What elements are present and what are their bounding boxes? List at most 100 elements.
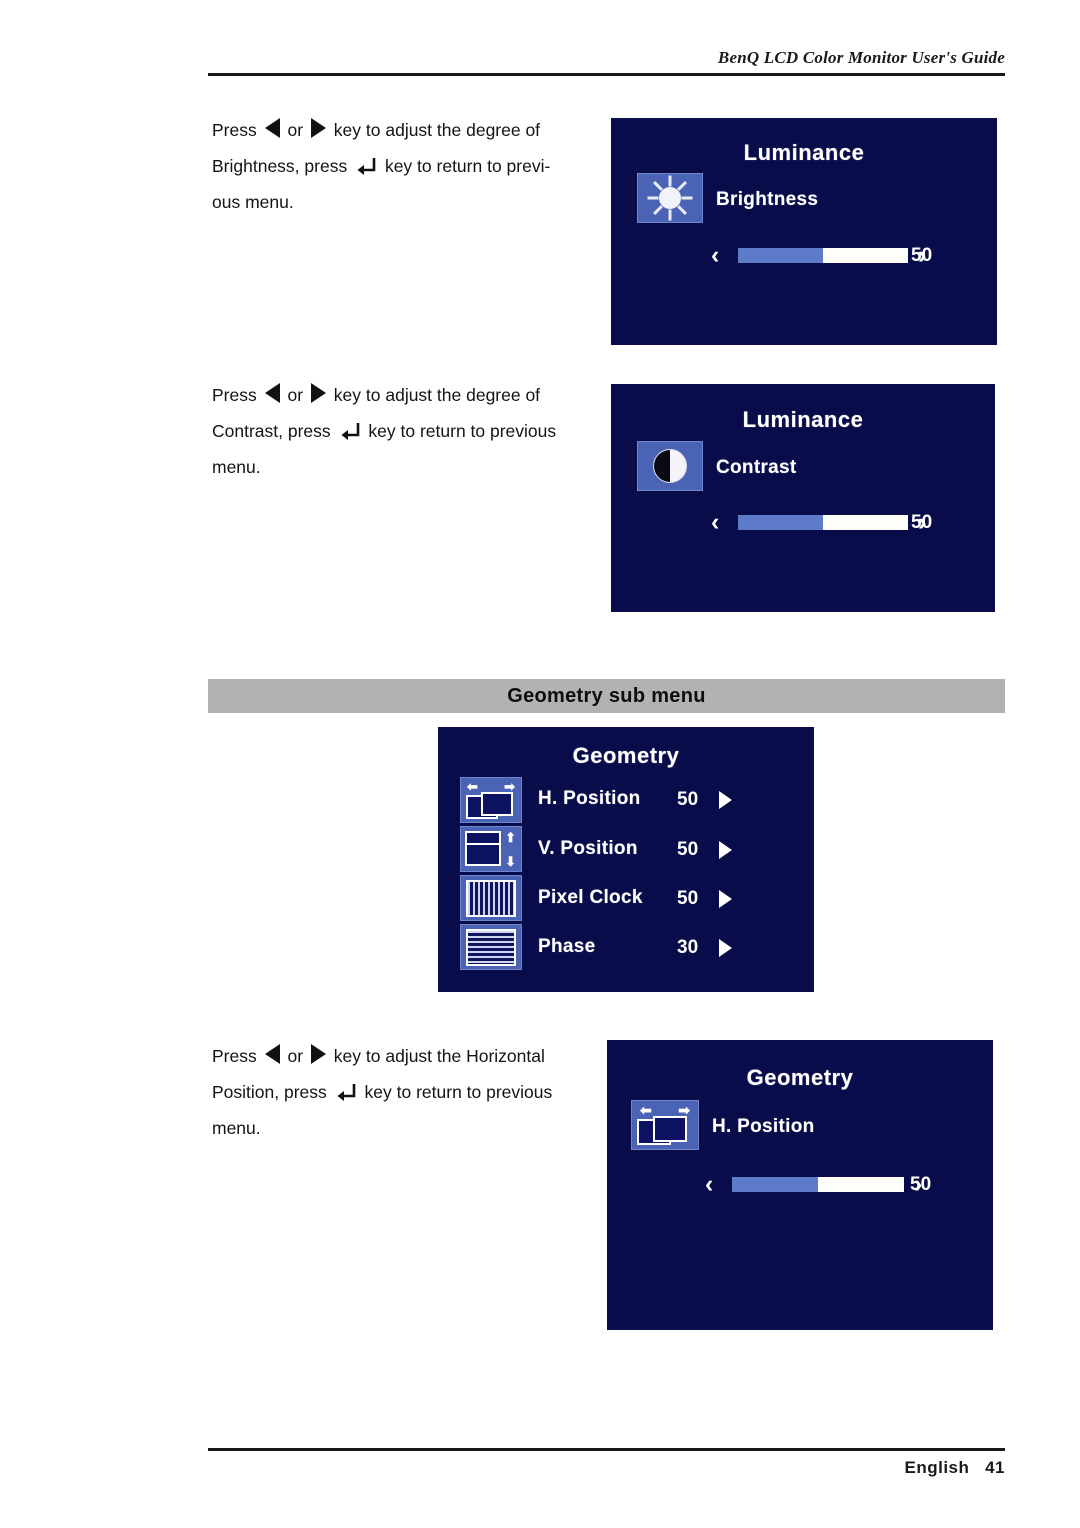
row-arrow-icon[interactable] (719, 939, 732, 957)
footer-page-number: 41 (985, 1458, 1005, 1477)
arrow-left-glyph: ⬅ (640, 1102, 652, 1118)
osd-title: Luminance (743, 140, 865, 165)
osd-panel-geometry-h-position: Geometry ⬅ ➡ H. Position ‹ › 50 (607, 1040, 993, 1330)
sun-ray (668, 209, 672, 221)
right-arrow-key-icon (310, 383, 326, 403)
h-position-icon: ⬅ ➡ (631, 1100, 699, 1150)
slider-fill (738, 248, 823, 263)
sun-ray (653, 205, 663, 215)
press-word: Press (212, 120, 257, 140)
frame-front (481, 792, 513, 816)
instruction-head-2: Brightness, press (212, 156, 348, 176)
sun-ray (677, 205, 687, 215)
osd-panel-luminance-contrast: Luminance Contrast ‹ › 50 (611, 384, 995, 612)
frame-front (653, 1116, 687, 1142)
instruction-tail-1: key to adjust the degree of (333, 385, 541, 405)
instruction-brightness: Press or key to adjust the degree of Bri… (212, 112, 584, 220)
instruction-line-3: ous menu. (212, 192, 294, 212)
osd-item-label: Brightness (716, 189, 819, 210)
osd-value: 50 (910, 1174, 932, 1195)
instruction-line-2: Position, press key to return to previou… (212, 1074, 584, 1110)
instruction-tail-2: key to return to previ- (384, 156, 551, 176)
contrast-circle (653, 449, 687, 483)
footer-rule (208, 1448, 1005, 1451)
return-key-icon (357, 158, 376, 175)
instruction-line-3: menu. (212, 1118, 261, 1138)
brightness-sun-icon (637, 173, 703, 223)
return-key-icon (341, 423, 359, 440)
section-banner: Geometry sub menu (208, 679, 1005, 713)
pixel-clock-icon (460, 875, 522, 921)
arrow-down-glyph: ⬇ (505, 854, 516, 869)
v-position-icon: ⬆ ⬇ (460, 826, 522, 872)
or-word: or (287, 120, 304, 140)
horizontal-dash-pattern (466, 929, 516, 966)
right-arrow-key-icon (310, 118, 326, 138)
instruction-head-2: Contrast, press (212, 421, 331, 441)
osd-item-label: H. Position (712, 1116, 815, 1137)
row-arrow-icon[interactable] (719, 841, 732, 859)
slider-decrease-icon[interactable]: ‹ (711, 510, 719, 535)
sun-ray (681, 196, 693, 200)
footer-language: English (904, 1458, 970, 1477)
header-title: BenQ LCD Color Monitor User's Guide (717, 48, 1005, 67)
instruction-line-1: Press or key to adjust the degree of (212, 377, 584, 413)
h-position-icon: ⬅ ➡ (460, 777, 522, 823)
row-arrow-icon[interactable] (719, 791, 732, 809)
slider-decrease-icon[interactable]: ‹ (711, 243, 719, 268)
instruction-tail-1: key to adjust the degree of (333, 120, 541, 140)
instruction-tail-1: key to adjust the Horizontal (333, 1046, 545, 1066)
header-rule (208, 73, 1005, 76)
geometry-row-value-v-position: 50 (677, 839, 699, 860)
slider-track[interactable] (732, 1177, 904, 1192)
osd-panel-luminance-brightness: Luminance Brightness ‹ › 50 (611, 118, 997, 345)
press-word: Press (212, 385, 257, 405)
contrast-half-circle-icon (637, 441, 703, 491)
osd-title: Luminance (742, 407, 864, 432)
slider-track[interactable] (738, 515, 908, 530)
arrow-up-glyph: ⬆ (505, 830, 516, 845)
instruction-line-2: Brightness, press key to return to previ… (212, 148, 584, 184)
geometry-row-value-pixel-clock: 50 (677, 888, 699, 909)
instruction-line-1: Press or key to adjust the degree of (212, 112, 584, 148)
geometry-row-value-h-position: 50 (677, 789, 699, 810)
sun-ray (647, 196, 659, 200)
geometry-row-label-h-position[interactable]: H. Position (538, 788, 641, 810)
vertical-stripe-pattern (466, 880, 516, 917)
left-arrow-key-icon (264, 1044, 280, 1064)
geometry-row-label-v-position[interactable]: V. Position (538, 838, 638, 860)
osd-title: Geometry (746, 1065, 854, 1090)
or-word: or (287, 385, 304, 405)
instruction-tail-2: key to return to previous (364, 1082, 553, 1102)
right-arrow-key-icon (310, 1044, 326, 1064)
instruction-head-2: Position, press (212, 1082, 327, 1102)
geometry-row-label-pixel-clock[interactable]: Pixel Clock (538, 887, 643, 909)
page-header: BenQ LCD Color Monitor User's Guide (208, 48, 1005, 76)
left-arrow-key-icon (264, 118, 280, 138)
osd-value: 50 (911, 245, 933, 266)
instruction-line-1: Press or key to adjust the Horizontal (212, 1038, 584, 1074)
osd-title: Geometry (572, 743, 680, 768)
phase-icon (460, 924, 522, 970)
slider-track[interactable] (738, 248, 908, 263)
instruction-line-3: menu. (212, 457, 261, 477)
instruction-tail-2: key to return to previous (368, 421, 557, 441)
slider-decrease-icon[interactable]: ‹ (705, 1172, 713, 1197)
left-arrow-key-icon (264, 383, 280, 403)
sun-ray (668, 175, 672, 187)
footer-page-label: English 41 (208, 1458, 1005, 1478)
osd-panel-geometry-menu: Geometry ⬅ ➡ H. Position 50 ⬆ ⬇ V. Posit… (438, 727, 814, 992)
osd-item-label: Contrast (716, 457, 797, 478)
section-banner-title: Geometry sub menu (507, 685, 706, 707)
row-arrow-icon[interactable] (719, 890, 732, 908)
geometry-row-label-phase[interactable]: Phase (538, 936, 595, 958)
or-word: or (287, 1046, 304, 1066)
arrow-left-glyph: ⬅ (467, 779, 478, 794)
arrow-right-glyph: ➡ (678, 1102, 690, 1118)
instruction-contrast: Press or key to adjust the degree of Con… (212, 377, 584, 485)
geometry-row-value-phase: 30 (677, 937, 699, 958)
instruction-h-position: Press or key to adjust the Horizontal Po… (212, 1038, 584, 1146)
osd-value: 50 (911, 512, 933, 533)
frame-front (465, 843, 501, 866)
sun-ray (653, 181, 663, 191)
